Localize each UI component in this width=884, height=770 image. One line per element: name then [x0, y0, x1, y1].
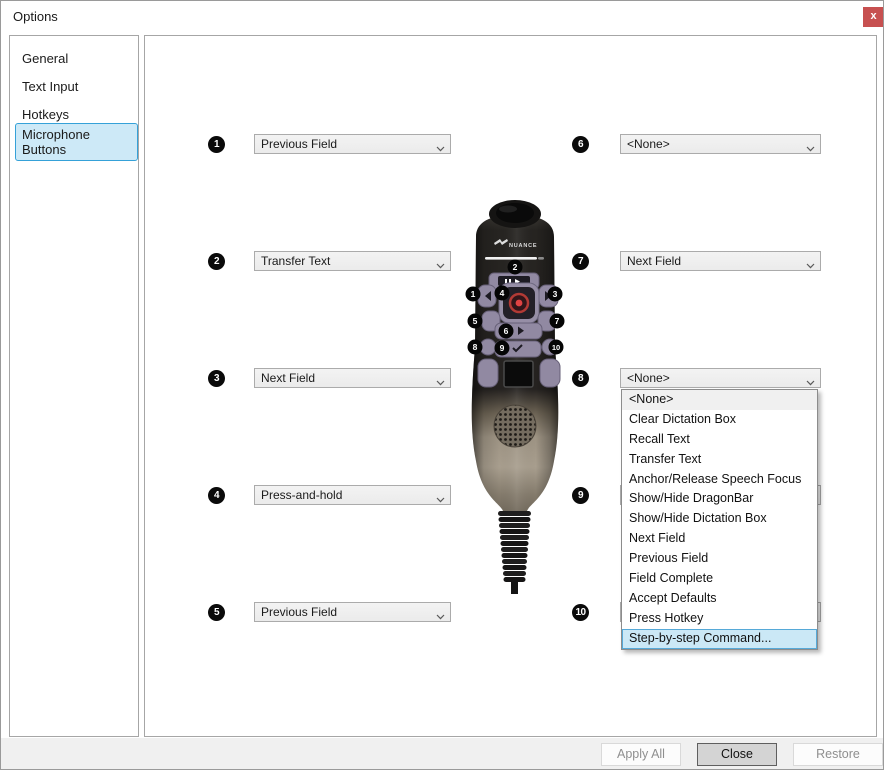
svg-text:6: 6: [504, 326, 509, 336]
button-2-select[interactable]: Transfer Text: [254, 251, 451, 271]
chevron-down-icon: [806, 375, 815, 388]
button-5-badge: 5: [208, 604, 225, 621]
close-dialog-button[interactable]: Close: [697, 743, 777, 766]
button-6-select[interactable]: <None>: [620, 134, 821, 154]
chevron-down-icon: [436, 258, 445, 271]
button-5-select[interactable]: Previous Field: [254, 602, 451, 622]
dropdown-option[interactable]: Show/Hide DragonBar: [622, 489, 817, 509]
close-button[interactable]: x: [863, 7, 884, 27]
dropdown-option[interactable]: Recall Text: [622, 430, 817, 450]
button-3-select[interactable]: Next Field: [254, 368, 451, 388]
dropdown-option[interactable]: Field Complete: [622, 569, 817, 589]
button-4-badge: 4: [208, 487, 225, 504]
options-window: Options x General Text Input Hotkeys Mic…: [0, 0, 884, 770]
button-9-badge: 9: [572, 487, 589, 504]
sidebar: General Text Input Hotkeys Microphone Bu…: [9, 35, 139, 737]
dropdown-option-highlighted[interactable]: Step-by-step Command...: [622, 629, 817, 649]
dropdown-option[interactable]: Show/Hide Dictation Box: [622, 509, 817, 529]
button-8-select[interactable]: <None>: [620, 368, 821, 388]
dropdown-option[interactable]: Clear Dictation Box: [622, 410, 817, 430]
footer: Apply All Close Restore Defaults: [1, 738, 884, 770]
chevron-down-icon: [436, 609, 445, 622]
button-7-select[interactable]: Next Field: [620, 251, 821, 271]
button-8-badge: 8: [572, 370, 589, 387]
button-3-value: Next Field: [261, 371, 315, 385]
dropdown-option[interactable]: Press Hotkey: [622, 609, 817, 629]
button-7-value: Next Field: [627, 254, 681, 268]
button-10-badge: 10: [572, 604, 589, 621]
svg-text:7: 7: [555, 316, 560, 326]
svg-text:3: 3: [553, 289, 558, 299]
restore-defaults-button[interactable]: Restore Defaults: [793, 743, 883, 766]
button-3-badge: 3: [208, 370, 225, 387]
chevron-down-icon: [436, 492, 445, 505]
mic-buttons: [478, 273, 560, 387]
mic-indicator-strip: [485, 257, 537, 260]
svg-text:9: 9: [500, 343, 505, 353]
svg-text:10: 10: [552, 343, 560, 352]
svg-text:5: 5: [473, 316, 478, 326]
svg-text:1: 1: [471, 289, 476, 299]
button-4-value: Press-and-hold: [261, 488, 342, 502]
button-6-badge: 6: [572, 136, 589, 153]
titlebar: Options x: [1, 1, 883, 33]
button-8-value: <None>: [627, 371, 670, 385]
svg-text:NUANCE: NUANCE: [509, 243, 537, 249]
sidebar-item-text-input[interactable]: Text Input: [10, 72, 138, 100]
button-2-badge: 2: [208, 253, 225, 270]
button-1-badge: 1: [208, 136, 225, 153]
button-5-value: Previous Field: [261, 605, 337, 619]
sidebar-item-microphone-buttons[interactable]: Microphone Buttons: [10, 128, 138, 156]
svg-text:2: 2: [513, 262, 518, 272]
chevron-down-icon: [806, 258, 815, 271]
dropdown-option[interactable]: Accept Defaults: [622, 589, 817, 609]
dropdown-option[interactable]: Next Field: [622, 529, 817, 549]
powermic-photo: NUANCE: [458, 197, 570, 597]
button-1-select[interactable]: Previous Field: [254, 134, 451, 154]
button-7-badge: 7: [572, 253, 589, 270]
button-2-value: Transfer Text: [261, 254, 330, 268]
dropdown-option[interactable]: <None>: [622, 390, 817, 410]
button-6-value: <None>: [627, 137, 670, 151]
svg-text:8: 8: [473, 342, 478, 352]
dropdown-option[interactable]: Previous Field: [622, 549, 817, 569]
chevron-down-icon: [436, 375, 445, 388]
chevron-down-icon: [436, 141, 445, 154]
button-4-select[interactable]: Press-and-hold: [254, 485, 451, 505]
sidebar-item-general[interactable]: General: [10, 44, 138, 72]
mic-cable: [498, 511, 531, 594]
button-8-dropdown-list: <None> Clear Dictation Box Recall Text T…: [621, 389, 818, 650]
apply-all-button[interactable]: Apply All: [601, 743, 681, 766]
dropdown-option[interactable]: Transfer Text: [622, 450, 817, 470]
button-1-value: Previous Field: [261, 137, 337, 151]
chevron-down-icon: [806, 141, 815, 154]
dropdown-option[interactable]: Anchor/Release Speech Focus: [622, 470, 817, 490]
svg-text:4: 4: [500, 288, 505, 298]
window-title: Options: [13, 9, 58, 24]
